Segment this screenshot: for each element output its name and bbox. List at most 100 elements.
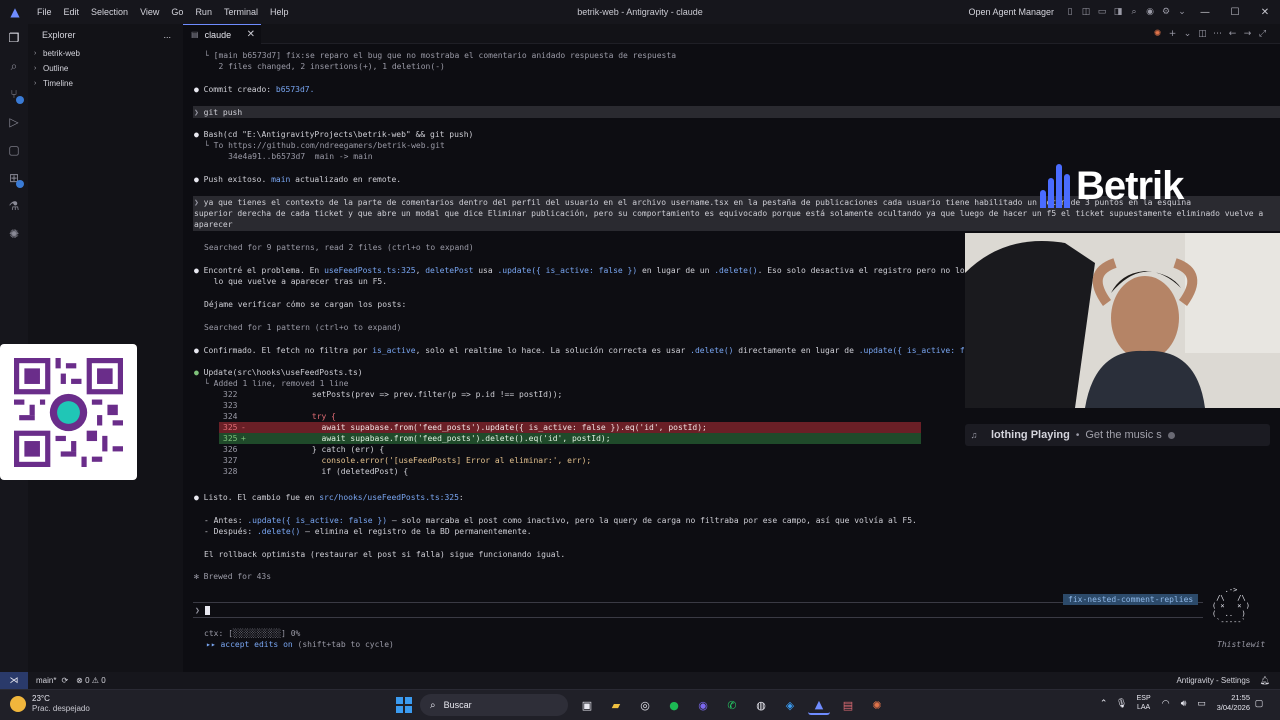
menu-run[interactable]: Run xyxy=(189,7,218,17)
battery-icon[interactable]: ▭ xyxy=(1193,698,1211,709)
git-push-prompt: ❯ git push xyxy=(194,108,243,117)
branch-badge: fix-nested-comment-replies xyxy=(1063,594,1199,605)
tree-item-timeline[interactable]: › Timeline xyxy=(28,76,183,91)
testing-flask-icon[interactable]: ⚗ xyxy=(0,192,28,220)
clock[interactable]: 21:55 3/04/2026 xyxy=(1217,693,1250,713)
menu-go[interactable]: Go xyxy=(165,7,189,17)
system-tray: ⌃ 🎙︎ ESP LAA ◠ 🔊︎ ▭ 21:55 3/04/2026 ▢ xyxy=(1095,693,1268,713)
search-icon[interactable]: ⌕ xyxy=(1126,7,1142,17)
sync-icon[interactable]: ⟳ xyxy=(61,676,68,685)
layout-panel-icon[interactable]: ▭ xyxy=(1094,7,1110,17)
error-icon: ⊗ xyxy=(76,676,83,685)
vscode-icon[interactable]: ◈ xyxy=(779,695,801,715)
diff-line-number: 323 xyxy=(223,401,238,410)
menu-edit[interactable]: Edit xyxy=(58,7,86,17)
obs-icon[interactable]: ◍ xyxy=(750,695,772,715)
menu-view[interactable]: View xyxy=(134,7,165,17)
temperature: 23°C xyxy=(32,694,50,703)
wifi-icon[interactable]: ◠ xyxy=(1157,698,1175,709)
explorer-icon[interactable]: ❐ xyxy=(0,24,28,52)
notifications-bell-icon[interactable]: 🔔︎ xyxy=(1260,676,1270,685)
extensions-icon[interactable]: ⊞ xyxy=(0,164,28,192)
menu-file[interactable]: File xyxy=(31,7,58,17)
claude-taskbar-icon[interactable]: ✺ xyxy=(866,695,888,715)
terminal-icon: ▤ xyxy=(191,30,199,39)
task-view-icon[interactable]: ▣ xyxy=(576,695,598,715)
language-indicator[interactable]: ESP LAA xyxy=(1137,694,1151,712)
layout-secondary-icon[interactable]: ◨ xyxy=(1110,7,1126,17)
volume-icon[interactable]: 🔊︎ xyxy=(1175,698,1193,709)
open-agent-manager-button[interactable]: Open Agent Manager xyxy=(968,7,1054,17)
notification-center-icon[interactable]: ▢ xyxy=(1250,698,1268,709)
file-explorer-icon[interactable]: ▰ xyxy=(605,695,627,715)
whatsapp-icon[interactable]: ✆ xyxy=(721,695,743,715)
now-playing-title: lothing Playing xyxy=(991,429,1070,441)
mascot-name: Thistlewit xyxy=(1217,640,1266,649)
agent-sparkle-icon[interactable]: ✺ xyxy=(0,220,28,248)
prompt-input[interactable]: ❯ xyxy=(195,605,210,616)
start-button-icon[interactable] xyxy=(396,697,412,713)
discord-icon[interactable]: ◉ xyxy=(692,695,714,715)
new-terminal-icon[interactable]: + xyxy=(1165,29,1180,39)
close-tab-icon[interactable]: ✕ xyxy=(247,29,255,40)
tab-claude[interactable]: ▤ claude ✕ xyxy=(183,24,261,44)
split-editor-icon[interactable]: ◫ xyxy=(1195,29,1210,39)
remote-indicator-icon[interactable]: ⋊ xyxy=(0,672,28,689)
minimize-icon[interactable]: — xyxy=(1190,7,1220,18)
dropdown-icon[interactable]: ⌄ xyxy=(1180,29,1195,39)
source-control-icon[interactable]: ⑂ xyxy=(0,80,28,108)
settings-gear-icon[interactable]: ⚙ xyxy=(1158,7,1174,17)
more-icon[interactable]: ⋯ xyxy=(1210,29,1225,39)
tab-label: claude xyxy=(204,29,232,40)
push-target-line: └ To https://github.com/ndreegamers/betr… xyxy=(204,141,445,150)
maximize-icon[interactable]: ☐ xyxy=(1220,7,1250,18)
antigravity-taskbar-icon[interactable]: ▲ xyxy=(808,695,830,715)
microphone-icon[interactable]: 🎙︎ xyxy=(1113,698,1131,709)
run-debug-icon[interactable]: ▷ xyxy=(0,108,28,136)
tree-item-outline[interactable]: › Outline xyxy=(28,61,183,76)
back-arrow-icon[interactable]: ← xyxy=(1225,29,1240,39)
chrome-icon[interactable]: ◎ xyxy=(634,695,656,715)
tree-item-betrik-web[interactable]: › betrik-web xyxy=(28,46,183,61)
weather-sun-icon xyxy=(10,696,26,712)
spotify-icon[interactable]: ● xyxy=(663,695,685,715)
weather-widget[interactable]: 23°C Prac. despejado xyxy=(10,694,90,714)
search-activity-icon[interactable]: ⌕ xyxy=(0,52,28,80)
extensions-badge xyxy=(16,180,24,188)
layout-split-icon[interactable]: ◫ xyxy=(1078,7,1094,17)
problems-status[interactable]: ⊗ 0 ⚠ 0 xyxy=(76,676,105,685)
branch-status[interactable]: main* ⟳ xyxy=(36,676,68,685)
chevron-right-icon: › xyxy=(34,80,37,87)
update-summary-line: └ Added 1 line, removed 1 line xyxy=(204,379,349,388)
search-label: Buscar xyxy=(443,700,472,710)
user-prompt-line-2: superior derecha de cada ticket y que ab… xyxy=(194,209,1264,218)
menu-selection[interactable]: Selection xyxy=(85,7,134,17)
remote-explorer-icon[interactable]: ▢ xyxy=(0,136,28,164)
menu-help[interactable]: Help xyxy=(264,7,295,17)
weather-condition: Prac. despejado xyxy=(32,704,90,713)
claude-sparkle-icon[interactable]: ✺ xyxy=(1150,29,1165,39)
layout-sidebar-icon[interactable]: ▯ xyxy=(1062,7,1078,17)
maximize-panel-icon[interactable]: ⤢ xyxy=(1255,29,1270,39)
close-window-icon[interactable]: ✕ xyxy=(1250,7,1280,18)
taskbar-search[interactable]: ⌕ Buscar xyxy=(420,694,568,716)
now-playing-subtitle: Get the music s xyxy=(1085,429,1162,441)
account-icon[interactable]: ◉ xyxy=(1142,7,1158,17)
commit-created-line: ● Commit creado: b6573d7. xyxy=(194,85,315,94)
prompt-input-box[interactable]: ❯ xyxy=(193,602,1203,618)
bash-command-line: ● Bash(cd "E:\AntigravityProjects\betrik… xyxy=(194,130,474,139)
capture-app-icon[interactable]: ▤ xyxy=(837,695,859,715)
chevron-down-icon[interactable]: ⌄ xyxy=(1174,7,1190,17)
menu-terminal[interactable]: Terminal xyxy=(218,7,264,17)
webcam-feed-image xyxy=(965,233,1280,408)
antigravity-settings-link[interactable]: Antigravity - Settings xyxy=(1176,676,1249,685)
accept-edits-status[interactable]: ▸▸ accept edits on (shift+tab to cycle) xyxy=(206,639,394,650)
rollback-line: El rollback optimista (restaurar el post… xyxy=(204,550,566,559)
before-line: - Antes: .update({ is_active: false }) —… xyxy=(204,516,917,525)
forward-arrow-icon[interactable]: → xyxy=(1240,29,1255,39)
error-count: 0 xyxy=(85,676,90,685)
more-actions-icon[interactable]: ... xyxy=(163,30,171,40)
tray-overflow-icon[interactable]: ⌃ xyxy=(1095,698,1113,709)
clock-date: 3/04/2026 xyxy=(1216,703,1250,712)
diff-line-number: 327 xyxy=(223,456,238,465)
